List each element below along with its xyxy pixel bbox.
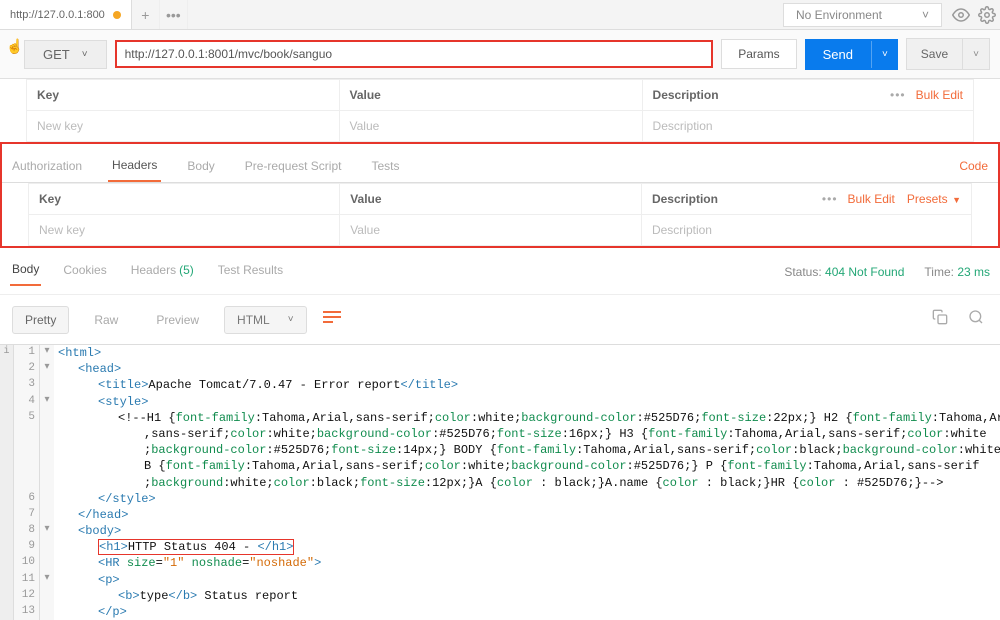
new-tab-button[interactable]: + <box>132 0 160 29</box>
tab-resp-body[interactable]: Body <box>10 258 41 286</box>
tab-resp-tests[interactable]: Test Results <box>216 259 285 285</box>
save-caret-button[interactable]: ˅ <box>963 38 990 70</box>
query-params-section: Key Value Description ••• Bulk Edit New … <box>0 79 1000 142</box>
request-bar: ☝ GET ˅ Params Send ˅ Save ˅ <box>0 30 1000 79</box>
chevron-down-icon: ˅ <box>288 314 294 325</box>
send-label: Send <box>805 39 871 70</box>
view-pretty[interactable]: Pretty <box>12 306 69 334</box>
url-input[interactable] <box>115 40 714 68</box>
table-row[interactable]: New key Value Description <box>27 111 974 142</box>
key-input[interactable]: New key <box>27 111 340 142</box>
send-button[interactable]: Send ˅ <box>805 39 898 70</box>
request-config-highlight: Authorization Headers Body Pre-request S… <box>0 142 1000 248</box>
value-header: Value <box>350 88 381 102</box>
http-method-select[interactable]: GET ˅ <box>24 40 107 69</box>
chevron-down-icon[interactable]: ˅ <box>871 41 898 68</box>
more-icon[interactable]: ••• <box>822 192 838 206</box>
caret-down-icon: ▼ <box>950 195 961 205</box>
highlighted-line: <h1>HTTP Status 404 - </h1> <box>98 539 294 555</box>
tab-title: http://127.0.0.1:800 <box>10 9 105 21</box>
cursor-icon: ☝ <box>6 38 22 55</box>
tab-headers[interactable]: Headers <box>108 152 161 182</box>
bulk-edit-link[interactable]: Bulk Edit <box>916 88 963 102</box>
value-input[interactable]: Value <box>340 215 642 246</box>
request-subtabs: Authorization Headers Body Pre-request S… <box>2 144 998 183</box>
time-line: Time: 23 ms <box>924 265 990 279</box>
save-button[interactable]: Save <box>906 38 963 70</box>
status-line: Status: 404 Not Found <box>784 265 904 279</box>
wrap-icon[interactable] <box>319 306 345 333</box>
value-header: Value <box>350 192 381 206</box>
http-method-label: GET <box>43 47 70 62</box>
bulk-edit-link[interactable]: Bulk Edit <box>848 192 895 206</box>
tab-resp-headers[interactable]: Headers(5) <box>129 259 196 285</box>
environment-label: No Environment <box>796 8 882 22</box>
unsaved-dot-icon <box>113 11 121 19</box>
view-raw[interactable]: Raw <box>81 306 131 334</box>
headers-count: (5) <box>179 263 194 277</box>
more-icon[interactable]: ••• <box>890 88 906 102</box>
presets-link[interactable]: Presets ▼ <box>907 192 961 206</box>
tab-resp-cookies[interactable]: Cookies <box>61 259 108 285</box>
top-bar: http://127.0.0.1:800 + ••• No Environmen… <box>0 0 1000 30</box>
request-tab[interactable]: http://127.0.0.1:800 <box>0 0 132 29</box>
code-link[interactable]: Code <box>955 153 992 181</box>
desc-header: Description <box>653 88 891 102</box>
key-header: Key <box>39 192 61 206</box>
tab-more-button[interactable]: ••• <box>160 0 188 29</box>
format-label: HTML <box>237 313 270 327</box>
tab-body[interactable]: Body <box>183 153 218 181</box>
key-input[interactable]: New key <box>29 215 340 246</box>
search-icon[interactable] <box>964 305 988 334</box>
desc-header: Description <box>652 192 822 206</box>
body-toolbar: Pretty Raw Preview HTML ˅ <box>0 295 1000 344</box>
desc-input[interactable]: Description <box>642 111 973 142</box>
environment-select[interactable]: No Environment ˅ <box>783 3 942 27</box>
response-code-viewer: i1▾<html> 2▾<head> 3<title>Apache Tomcat… <box>0 344 1000 620</box>
tab-authorization[interactable]: Authorization <box>8 153 86 181</box>
chevron-down-icon: ˅ <box>922 8 929 22</box>
tab-tests[interactable]: Tests <box>367 153 403 181</box>
copy-icon[interactable] <box>928 305 952 334</box>
format-select[interactable]: HTML ˅ <box>224 306 307 334</box>
value-input[interactable]: Value <box>339 111 642 142</box>
chevron-down-icon: ˅ <box>82 49 88 60</box>
view-preview[interactable]: Preview <box>143 306 212 334</box>
table-header-row: Key Value Description ••• Bulk Edit Pres… <box>29 184 972 215</box>
params-button[interactable]: Params <box>721 39 796 69</box>
response-tabs: Body Cookies Headers(5) Test Results Sta… <box>0 248 1000 295</box>
table-row[interactable]: New key Value Description <box>29 215 972 246</box>
desc-input[interactable]: Description <box>641 215 971 246</box>
table-header-row: Key Value Description ••• Bulk Edit <box>27 80 974 111</box>
eye-icon[interactable] <box>948 2 974 28</box>
key-header: Key <box>37 88 59 102</box>
gear-icon[interactable] <box>974 2 1000 28</box>
tab-prerequest[interactable]: Pre-request Script <box>241 153 346 181</box>
